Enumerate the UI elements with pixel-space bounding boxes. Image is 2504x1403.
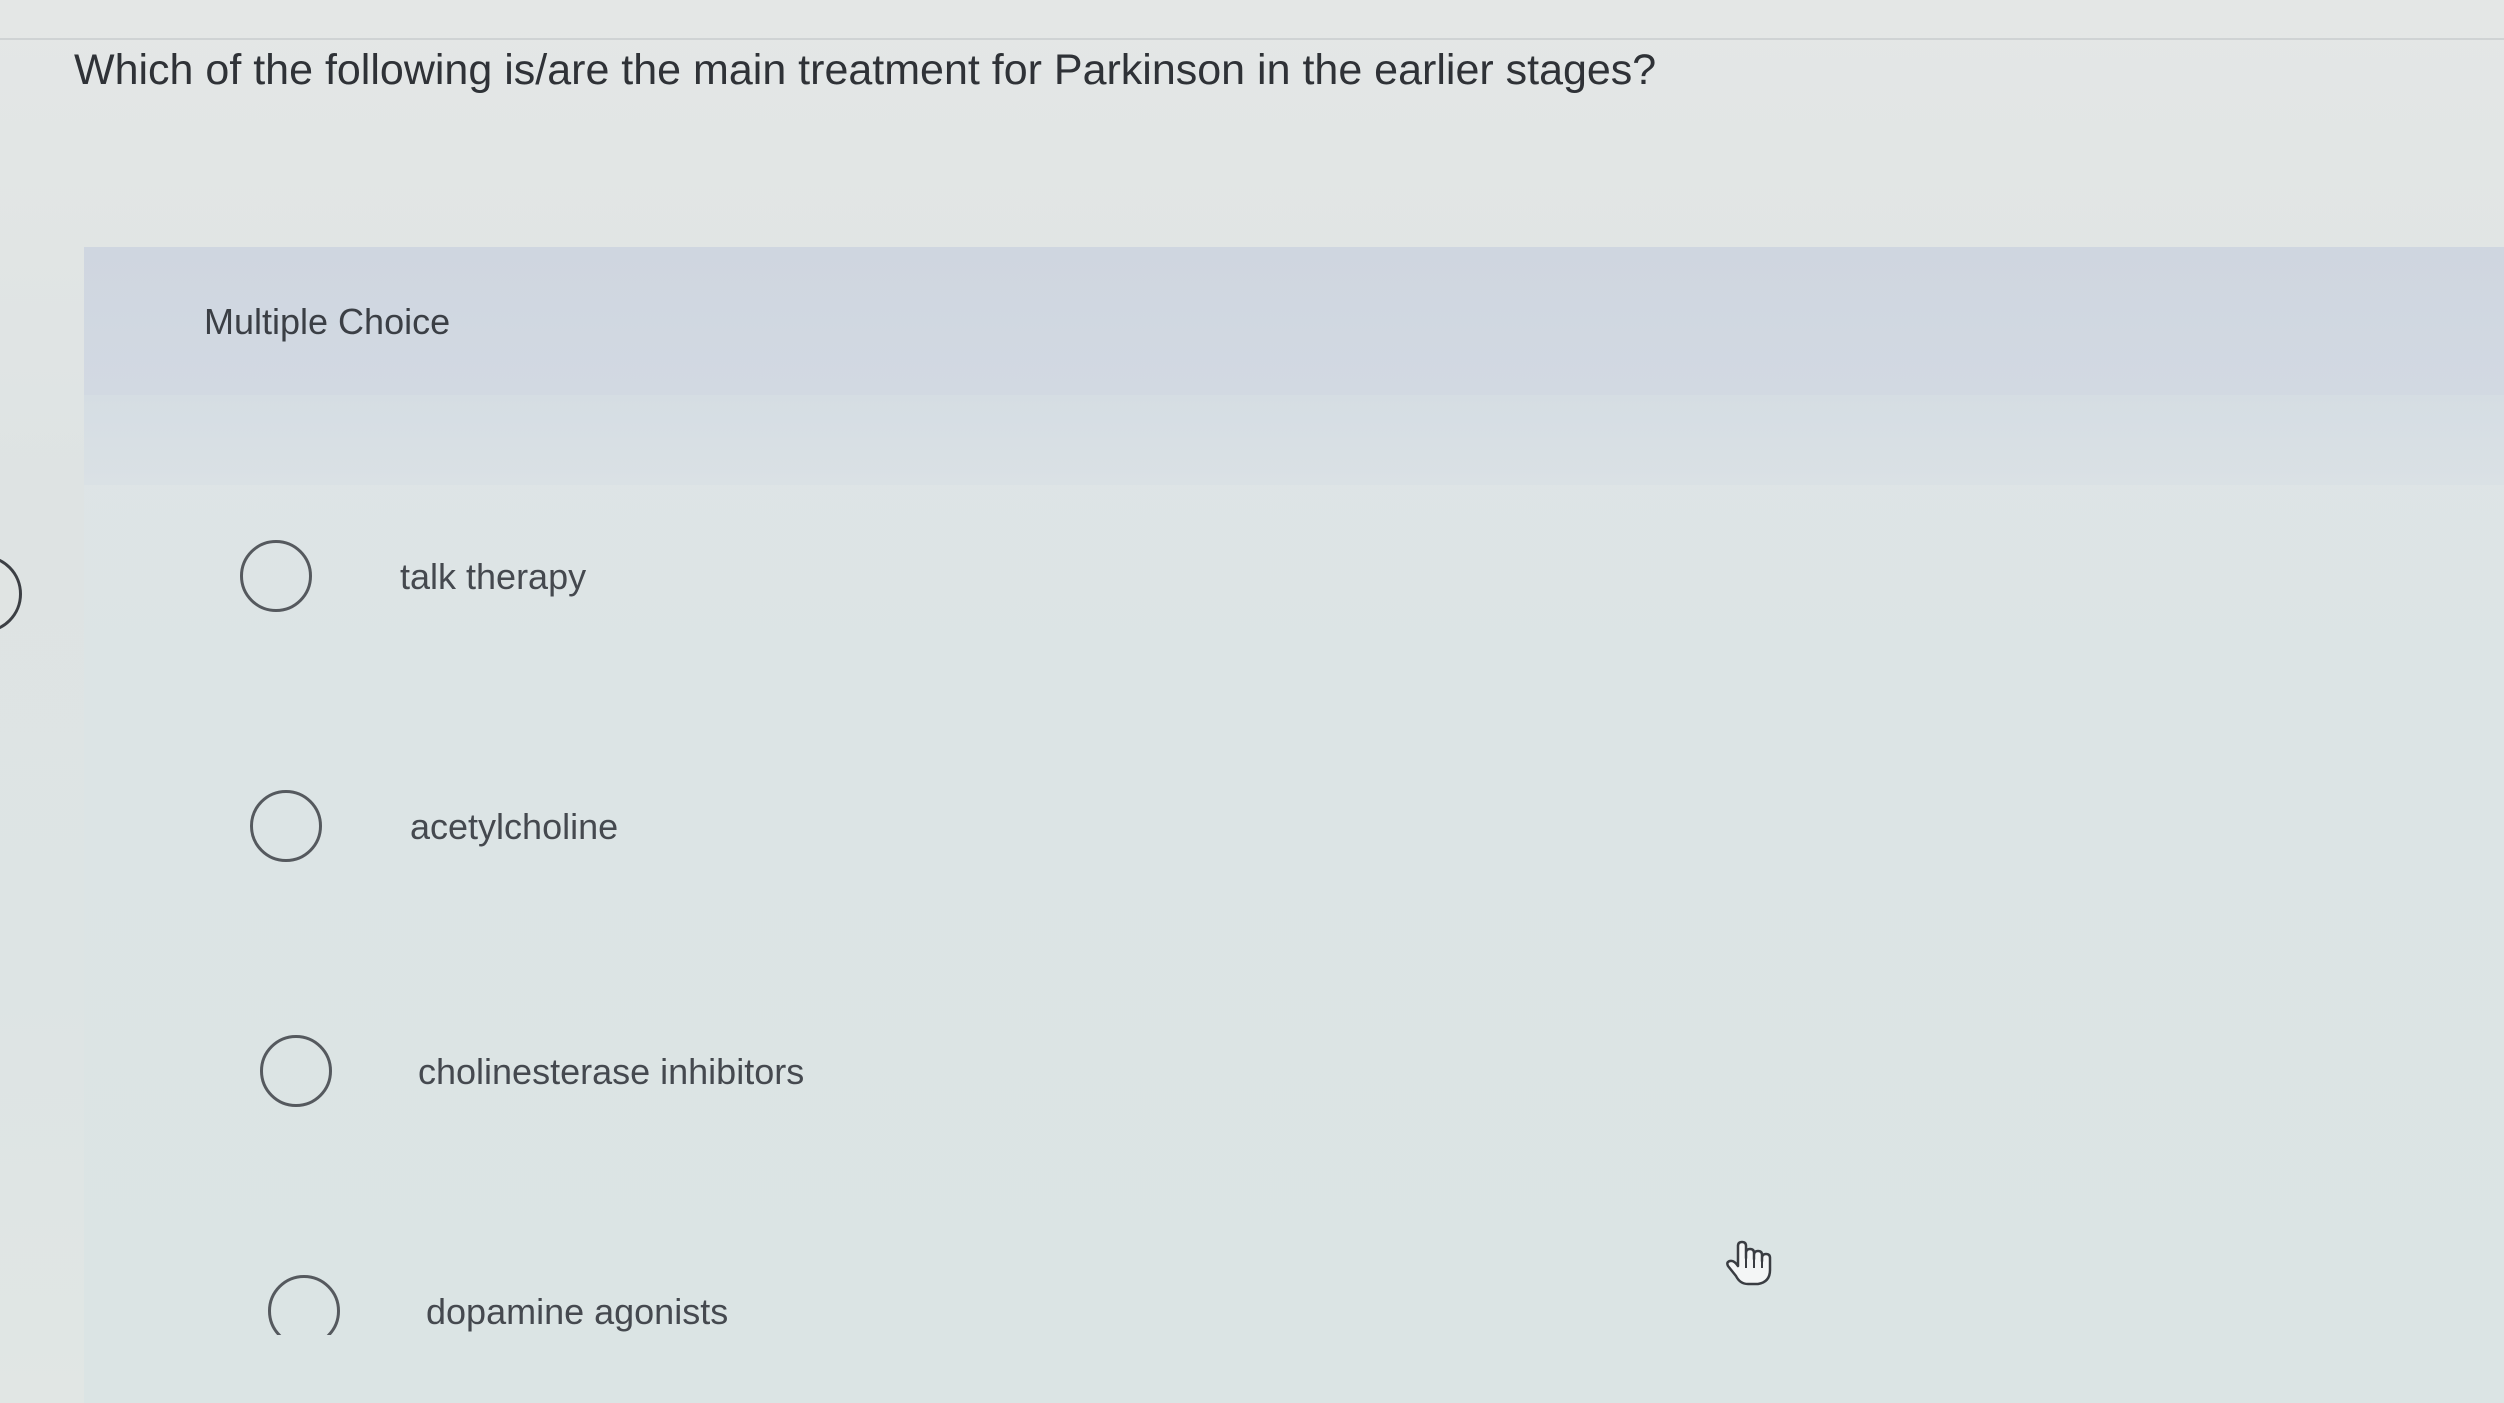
choice-option[interactable]: cholinesterase inhibitors [260, 1035, 1460, 1125]
side-tab-icon[interactable] [0, 555, 22, 633]
choice-label[interactable]: cholinesterase inhibitors [418, 1047, 804, 1097]
hand-pointer-icon [1726, 1240, 1772, 1286]
radio-button[interactable] [240, 540, 312, 612]
radio-button[interactable] [250, 790, 322, 862]
choice-option[interactable]: acetylcholine [250, 790, 1450, 880]
choice-option[interactable]: talk therapy [240, 540, 1440, 630]
radio-button[interactable] [260, 1035, 332, 1107]
answer-panel-subheader [84, 395, 2504, 485]
multiple-choice-label: Multiple Choice [204, 301, 451, 342]
choice-label[interactable]: acetylcholine [410, 802, 618, 852]
radio-button[interactable] [268, 1275, 340, 1335]
choice-option[interactable]: dopamine agonists [268, 1275, 1468, 1365]
choice-label[interactable]: talk therapy [400, 552, 586, 602]
choice-label[interactable]: dopamine agonists [426, 1287, 728, 1337]
question-text: Which of the following is/are the main t… [74, 46, 1657, 94]
